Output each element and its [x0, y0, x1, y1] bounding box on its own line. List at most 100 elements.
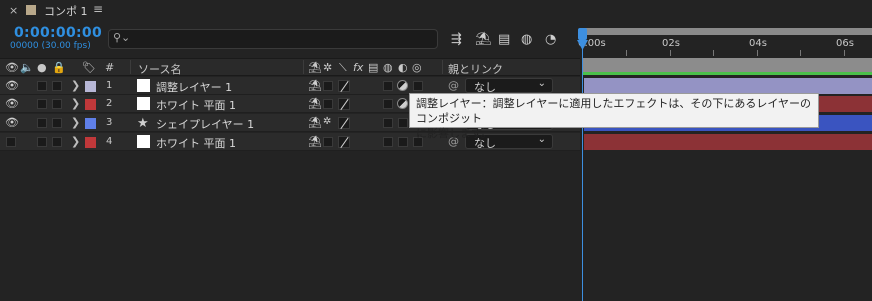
- motion-blur-toggle[interactable]: [383, 118, 393, 128]
- expand-chevron-icon[interactable]: ❯: [71, 116, 80, 129]
- adjustment-layer-tooltip: 調整レイヤー：調整レイヤーに適用したエフェクトは、その下にあるレイヤーのコンポジ…: [409, 93, 819, 140]
- layer-label-color[interactable]: [85, 99, 96, 110]
- panel-menu-icon[interactable]: ≡: [93, 2, 103, 16]
- ruler-tick-label: 02s: [662, 38, 680, 49]
- quality-switch[interactable]: [338, 80, 350, 92]
- chevron-down-icon: ⌄: [537, 78, 546, 89]
- layer-thumbnail: [137, 135, 150, 148]
- layer-search-input[interactable]: [108, 29, 438, 49]
- effects-switch-header: fx: [353, 61, 364, 74]
- layer-duration-bar[interactable]: [584, 78, 872, 94]
- motion-blur-switch-icon: ◍: [383, 61, 393, 74]
- solo-toggle[interactable]: [37, 137, 47, 147]
- 3d-layer-switch-icon: ◎: [412, 61, 422, 74]
- parent-dropdown[interactable]: なし ⌄: [465, 78, 553, 94]
- shy-switch-icon[interactable]: ⛱: [308, 79, 322, 92]
- playhead-handle[interactable]: [578, 28, 587, 40]
- comp-tab-bar: × コンポ 1 ≡: [0, 0, 872, 22]
- pick-whip-icon[interactable]: @: [448, 79, 459, 92]
- adjustment-layer-switch[interactable]: [397, 80, 408, 91]
- comp-color-swatch: [26, 5, 36, 15]
- time-navigator[interactable]: [582, 28, 872, 35]
- audio-switch-icon: 🔈: [20, 61, 34, 74]
- video-toggle[interactable]: [6, 137, 16, 147]
- adjustment-layer-switch[interactable]: [397, 98, 408, 109]
- expand-chevron-icon[interactable]: ❯: [71, 135, 80, 148]
- expand-chevron-icon[interactable]: ❯: [71, 79, 80, 92]
- ruler-tick: [844, 50, 845, 56]
- adjustment-layer-switch-icon: ◐: [398, 61, 408, 74]
- motion-blur-toggle[interactable]: [383, 81, 393, 91]
- shy-switch-icon[interactable]: ⛱: [308, 116, 322, 129]
- lock-toggle[interactable]: [52, 81, 62, 91]
- column-divider: [442, 60, 443, 74]
- video-eye-icon[interactable]: 👁: [5, 79, 19, 92]
- motion-blur-toggle[interactable]: [383, 137, 393, 147]
- quality-switch[interactable]: [338, 98, 350, 110]
- layer-number: 1: [106, 80, 113, 91]
- draft-3d-icon[interactable]: ⛱: [475, 32, 492, 47]
- layer-thumbnail: [137, 79, 150, 92]
- lock-toggle[interactable]: [52, 99, 62, 109]
- video-switch-icon: 👁: [5, 61, 19, 74]
- solo-switch-icon: ●: [37, 61, 47, 74]
- quality-switch[interactable]: [338, 117, 350, 129]
- layer-name[interactable]: シェイプレイヤー 1: [156, 116, 254, 132]
- video-eye-icon[interactable]: 👁: [5, 97, 19, 110]
- layer-name[interactable]: 調整レイヤー 1: [156, 79, 232, 95]
- frame-blend-switch-icon: ▤: [368, 61, 379, 74]
- parent-link-column-header[interactable]: 親とリンク: [448, 61, 503, 77]
- collapse-toggle[interactable]: [323, 99, 333, 109]
- adjustment-layer-toggle[interactable]: [398, 118, 408, 128]
- motion-blur-icon[interactable]: ◔: [545, 32, 556, 47]
- tooltip-line: 調整レイヤー：調整レイヤーに適用したエフェクトは、その下にあるレイヤーのコンポジ…: [416, 97, 812, 125]
- layer-label-color[interactable]: [85, 137, 96, 148]
- source-name-column-header[interactable]: ソース名: [138, 61, 181, 77]
- shy-switch-icon[interactable]: ⛱: [308, 135, 322, 148]
- ruler-tick: [626, 50, 627, 56]
- column-divider: [130, 60, 131, 74]
- layer-label-color[interactable]: [85, 81, 96, 92]
- close-tab-button[interactable]: ×: [9, 4, 18, 17]
- comp-tab-title[interactable]: コンポ 1: [44, 3, 88, 19]
- ruler-tick: [800, 50, 801, 56]
- current-time-display[interactable]: 0:00:00:00: [14, 25, 102, 41]
- collapse-toggle[interactable]: [323, 137, 333, 147]
- ruler-tick: [757, 50, 758, 56]
- solo-toggle[interactable]: [37, 81, 47, 91]
- motion-blur-toggle[interactable]: [383, 99, 393, 109]
- expand-chevron-icon[interactable]: ❯: [71, 97, 80, 110]
- lock-toggle[interactable]: [52, 118, 62, 128]
- adjustment-layer-toggle[interactable]: [398, 137, 408, 147]
- lock-switch-icon: 🔒: [52, 61, 66, 74]
- layer-number: 3: [106, 117, 113, 128]
- quality-switch[interactable]: [338, 136, 350, 148]
- ruler-tick-label: 04s: [749, 38, 767, 49]
- frame-blending-icon[interactable]: ◍: [521, 32, 532, 47]
- lock-toggle[interactable]: [52, 137, 62, 147]
- playhead-line[interactable]: [582, 28, 583, 301]
- 3d-layer-toggle[interactable]: [413, 81, 423, 91]
- collapse-switch-icon[interactable]: ✲: [323, 116, 331, 127]
- collapse-toggle[interactable]: [323, 81, 333, 91]
- collapse-switch-icon: ✲: [323, 61, 333, 74]
- search-icon[interactable]: ⚲⌄: [113, 31, 130, 44]
- quality-switch-icon: ⟍: [339, 61, 347, 74]
- video-eye-icon[interactable]: 👁: [5, 116, 19, 129]
- layer-thumbnail: [137, 97, 150, 110]
- layer-name[interactable]: ホワイト 平面 1: [156, 135, 236, 151]
- work-area-bar[interactable]: [582, 58, 872, 72]
- layer-number: 4: [106, 136, 113, 147]
- layer-label-color[interactable]: [85, 118, 96, 129]
- layer-number: 2: [106, 98, 113, 109]
- number-column-header: #: [105, 61, 115, 74]
- shy-switch-icon: ⛱: [308, 61, 322, 74]
- comp-mini-flowchart-icon[interactable]: ⇶: [451, 32, 462, 47]
- solo-toggle[interactable]: [37, 99, 47, 109]
- solo-toggle[interactable]: [37, 118, 47, 128]
- hide-shy-layers-icon[interactable]: ▤: [498, 32, 510, 47]
- shape-layer-star-icon: ★: [137, 116, 149, 131]
- column-divider: [303, 60, 304, 74]
- shy-switch-icon[interactable]: ⛱: [308, 97, 322, 110]
- layer-name[interactable]: ホワイト 平面 1: [156, 97, 236, 113]
